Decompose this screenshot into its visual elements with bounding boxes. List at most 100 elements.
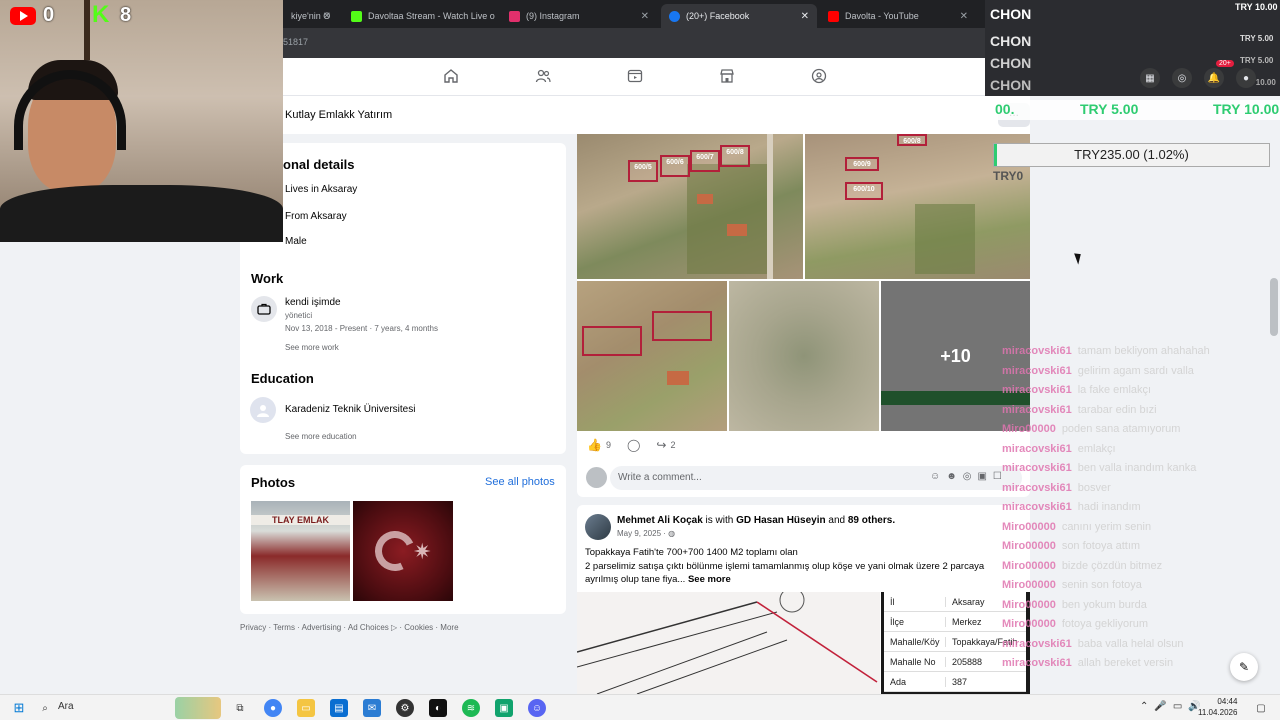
share-count[interactable]: 2 — [670, 440, 675, 450]
share-icon[interactable]: ↪ — [656, 438, 666, 452]
others-link[interactable]: 89 others. — [848, 515, 895, 526]
home-icon[interactable] — [443, 68, 459, 84]
tab-4[interactable]: (20+) Facebook ✕ — [661, 4, 817, 28]
tab-5[interactable]: Davolta - YouTube ✕ — [820, 4, 976, 28]
taskbar-search-text[interactable]: Ara — [58, 701, 74, 712]
obs-icon[interactable]: ◐ — [429, 699, 447, 717]
roof-shape — [727, 224, 747, 236]
user-avatar[interactable] — [586, 467, 607, 488]
globe-icon: ◍ — [668, 529, 676, 538]
land-photo-4[interactable] — [729, 281, 879, 431]
windows-start-icon[interactable]: ⊞ — [10, 699, 28, 717]
school-avatar-icon — [250, 397, 276, 423]
post-text-line2: 2 parselimiz satışa çıktı bölünme işlemi… — [585, 560, 985, 586]
chrome-icon[interactable]: ● — [264, 699, 282, 717]
work-role: yönetici — [285, 311, 313, 320]
close-icon[interactable]: ✕ — [960, 11, 968, 22]
video-icon[interactable] — [627, 68, 643, 84]
notifications-icon[interactable]: 🔔 — [1204, 68, 1224, 88]
road-line — [767, 134, 773, 279]
post-date[interactable]: May 9, 2025 · ◍ — [617, 529, 675, 538]
chat-username: Miro00000 — [1002, 423, 1056, 435]
roof-shape — [667, 371, 689, 385]
see-more-work-link[interactable]: See more work — [285, 343, 339, 352]
file-explorer-icon[interactable]: ▭ — [297, 699, 315, 717]
close-icon[interactable]: ✕ — [801, 11, 809, 22]
comment-tools-icons[interactable]: ☺☻◎▣☐ — [930, 471, 1008, 482]
discord-icon[interactable]: ☺ — [528, 699, 546, 717]
school-name[interactable]: Karadeniz Teknik Üniversitesi — [285, 404, 415, 415]
chat-text: son fotoya attım — [1061, 540, 1141, 552]
table-row: Ada 387 — [884, 672, 1026, 692]
lives-in-text: Lives in Aksaray — [285, 184, 358, 195]
spotify-icon[interactable]: ≋ — [462, 699, 480, 717]
tab-3[interactable]: (9) Instagram ✕ — [501, 4, 657, 28]
system-tray-icons[interactable]: ⌃🎤▭🔊 — [1140, 701, 1207, 712]
chat-text: bizde çözdün bitmez — [1061, 559, 1163, 572]
chat-text: baba valla helal olsun — [1077, 637, 1184, 650]
photo-thumbnail-flag[interactable]: ✷ — [353, 501, 453, 601]
groups-icon[interactable] — [811, 68, 827, 84]
url-text[interactable]: 51817 — [283, 37, 308, 47]
search-icon[interactable]: ⌕ — [36, 699, 54, 717]
chat-message: Miro00000 ben yokum burda — [1002, 599, 1272, 612]
notification-center-icon[interactable]: ▢ — [1252, 699, 1270, 717]
marketplace-icon[interactable] — [719, 68, 735, 84]
tab-2[interactable]: Davoltaa Stream - Watch Live o — [343, 4, 495, 28]
close-icon[interactable]: ✕ — [641, 11, 649, 22]
task-view-icon[interactable]: ⧉ — [231, 699, 249, 717]
menu-grid-icon[interactable]: ▦ — [1140, 68, 1160, 88]
see-all-photos-link[interactable]: See all photos — [485, 476, 555, 488]
post-body-text: Topakkaya Fatih'te 700+700 1400 M2 topla… — [585, 546, 1015, 587]
plot-outline — [652, 311, 712, 341]
guitar-neck — [84, 0, 90, 60]
chat-text: gelirim agam sardı valla — [1077, 364, 1194, 377]
star-icon: ✷ — [413, 539, 432, 564]
work-company[interactable]: kendi işimde — [285, 297, 341, 308]
chat-username: Miro00000 — [1002, 520, 1056, 533]
messenger-icon[interactable]: ◎ — [1172, 68, 1192, 88]
like-count[interactable]: 9 — [606, 440, 611, 450]
plot-outline — [582, 326, 642, 356]
footer-links[interactable]: Privacy · Terms · Advertising · Ad Choic… — [240, 623, 459, 632]
see-more-link[interactable]: See more — [688, 574, 731, 585]
land-photo-3[interactable] — [577, 281, 727, 431]
work-dates: Nov 13, 2018 - Present · 7 years, 4 mont… — [285, 324, 438, 333]
new-message-button[interactable]: ✎ — [1230, 653, 1258, 681]
account-avatar[interactable]: ● — [1236, 68, 1256, 88]
comment-icon[interactable]: ◯ — [627, 438, 640, 452]
profile-name[interactable]: Kutlay Emlakk Yatırım — [285, 109, 392, 121]
outlook-icon[interactable]: ✉ — [363, 699, 381, 717]
settings-icon[interactable]: ⚙ — [396, 699, 414, 717]
chat-message: Miro00000 poden sana atamıyorum — [1002, 423, 1272, 436]
from-text: From Aksaray — [285, 211, 347, 222]
chat-message: Miro00000 canını yerim senin — [1002, 521, 1272, 534]
education-heading: Education — [251, 371, 314, 386]
author-avatar[interactable] — [585, 514, 611, 540]
donation-prefix: 00. — [995, 101, 1015, 117]
tab-1[interactable]: kiye'nin O ✕ — [283, 4, 339, 28]
close-icon[interactable]: ✕ — [323, 11, 331, 22]
cadastral-map-image[interactable] — [577, 592, 880, 694]
chat-text: canını yerim senin — [1061, 520, 1152, 533]
chat-message: miracovski61 emlakçı — [1002, 443, 1272, 456]
gender-text: Male — [285, 236, 307, 247]
friends-icon[interactable] — [535, 68, 551, 84]
office-sign-image-text: TLAY EMLAK — [251, 515, 350, 525]
chat-message: Miro00000 senin son fotoya — [1002, 579, 1272, 592]
clock-date: 11.04.2026 — [1198, 708, 1238, 717]
author-name[interactable]: Mehmet Ali Koçak — [617, 515, 703, 526]
tagged-name[interactable]: GD Hasan Hüseyin — [736, 515, 825, 526]
streamlabs-icon[interactable]: ▣ — [495, 699, 513, 717]
youtube-viewer-count: 0 — [43, 4, 55, 26]
page-scrollbar[interactable] — [1270, 278, 1278, 336]
clock[interactable]: 04:44 11.04.2026 — [1198, 696, 1237, 718]
store-icon[interactable]: ▤ — [330, 699, 348, 717]
alert-amount: TRY 10.00 — [1235, 2, 1278, 12]
photo-thumbnail-office[interactable]: TLAY EMLAK — [251, 501, 350, 601]
donation-goal-bar: TRY235.00 (1.02%) — [993, 143, 1270, 167]
chat-text: ben yokum burda — [1061, 598, 1147, 611]
see-more-education-link[interactable]: See more education — [285, 432, 357, 441]
chat-text: allah bereket versin — [1077, 657, 1174, 669]
like-icon[interactable]: 👍 — [587, 438, 602, 452]
